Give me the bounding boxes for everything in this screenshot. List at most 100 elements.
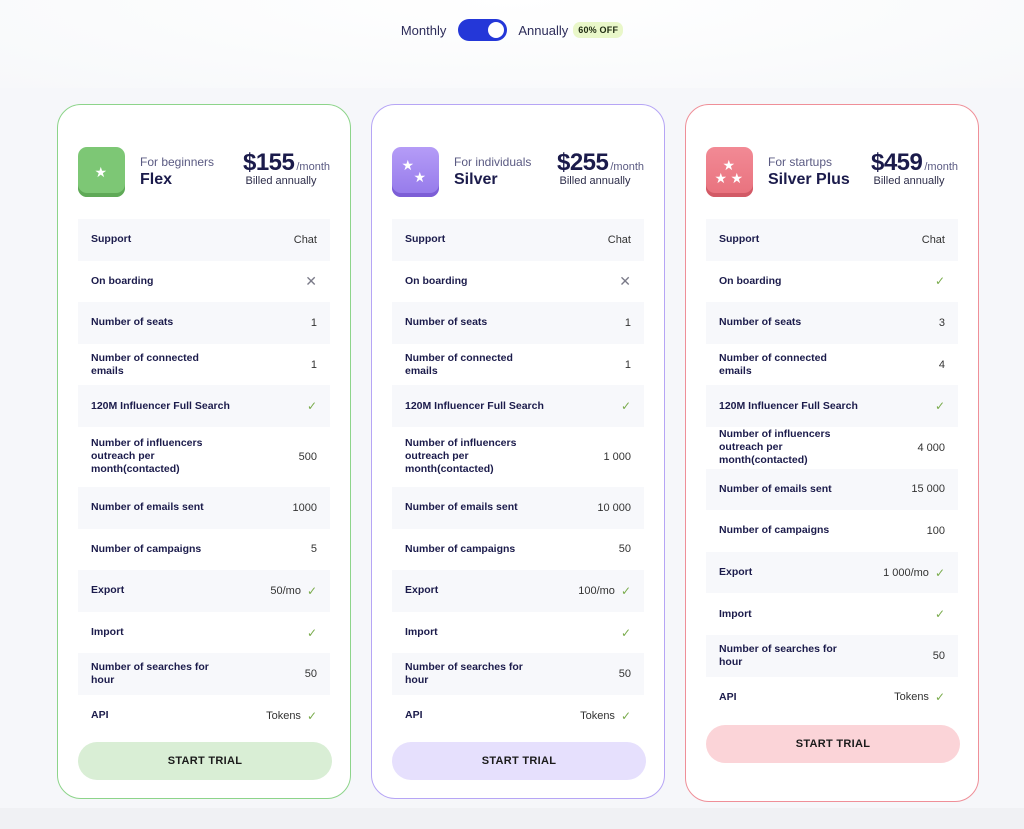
feature-row: Number of connected emails 1 (78, 344, 330, 386)
check-icon: ✓ (306, 708, 317, 723)
feature-value-text: 500 (298, 450, 317, 463)
feature-value: Chat (922, 234, 945, 246)
feature-value: 1 (625, 317, 631, 329)
monthly-label[interactable]: Monthly (401, 23, 447, 38)
feature-label: Number of campaigns (91, 542, 202, 555)
feature-label: API (91, 709, 109, 722)
feature-row: 120M Influencer Full Search ✓ (392, 385, 644, 427)
plan-card-silver: ★ ★ For individuals Silver $255/month Bil… (371, 104, 665, 799)
check-icon: ✓ (934, 607, 945, 622)
feature-row: Number of emails sent 15 000 (706, 468, 958, 511)
feature-row: Number of searches for hour 50 (392, 653, 644, 695)
check-icon: ✓ (306, 399, 317, 414)
feature-label: Export (405, 584, 439, 597)
feature-row: On boarding ✓ (706, 261, 958, 303)
page-footer-shade (0, 808, 1024, 829)
feature-label: On boarding (91, 274, 154, 287)
feature-label: Import (405, 626, 438, 639)
feature-value: 50 (619, 543, 631, 555)
plan-name: Silver Plus (768, 171, 850, 188)
feature-label: Number of emails sent (719, 482, 832, 495)
feature-row: Number of campaigns 50 (392, 529, 644, 571)
feature-row: Export 1 000/mo ✓ (706, 551, 958, 594)
feature-label: Number of seats (719, 316, 802, 329)
feature-value: 3 (939, 317, 945, 329)
check-icon: ✓ (620, 708, 631, 723)
feature-value: 4 (939, 359, 945, 371)
billing-toggle: Monthly Annually 60% OFF (0, 19, 1024, 41)
feature-value: Tokens ✓ (894, 690, 945, 704)
feature-value: 50 (933, 650, 945, 662)
plan-card-flex: ★ For beginners Flex $155/month Billed a… (57, 104, 351, 799)
price-amount: $155 (242, 149, 295, 176)
start-trial-button[interactable]: START TRIAL (706, 725, 960, 764)
feature-label: Number of seats (405, 316, 488, 329)
feature-row: Number of influencers outreach per month… (78, 427, 330, 487)
check-icon: ✓ (934, 274, 945, 289)
feature-list: Support Chat On boarding ✕ Number of seats 1 N… (78, 219, 330, 737)
check-icon: ✓ (620, 625, 631, 640)
feature-value-text: 3 (938, 316, 945, 329)
feature-label: 120M Influencer Full Search (405, 399, 544, 412)
start-trial-button[interactable]: START TRIAL (392, 741, 646, 780)
feature-row: API Tokens ✓ (392, 695, 644, 737)
plan-price: $255/month Billed annually (534, 149, 644, 187)
feature-row: Number of connected emails 1 (392, 344, 644, 386)
feature-row: Number of influencers outreach per month… (706, 427, 958, 469)
check-icon: ✓ (934, 565, 945, 580)
feature-label: On boarding (405, 274, 468, 287)
feature-label: API (719, 690, 737, 703)
feature-row: Support Chat (78, 219, 330, 261)
billing-note: Billed annually (873, 175, 945, 187)
feature-value: ✓ (615, 626, 631, 640)
feature-label: Number of connected emails (405, 351, 513, 377)
switch-knob (488, 22, 505, 38)
plan-price: $155/month Billed annually (220, 149, 330, 187)
feature-value: Chat (608, 234, 631, 246)
feature-label: Number of campaigns (405, 542, 516, 555)
feature-value-text: 1 (624, 316, 631, 329)
feature-row: 120M Influencer Full Search ✓ (78, 385, 330, 427)
feature-label: Number of emails sent (91, 501, 204, 514)
feature-value-text: 4 000 (917, 441, 945, 454)
start-trial-button[interactable]: START TRIAL (78, 741, 332, 780)
feature-value: 500 (299, 451, 317, 463)
price-amount: $459 (870, 149, 923, 176)
annually-label[interactable]: Annually (518, 23, 568, 38)
feature-value-text: 4 (938, 358, 945, 371)
plan-header: ★ For beginners Flex $155/month Billed a… (78, 105, 330, 219)
check-icon: ✓ (306, 625, 317, 640)
feature-value-text: 50 (618, 668, 631, 681)
feature-value-text: 1 000 (603, 450, 631, 463)
feature-value: ✓ (301, 626, 317, 640)
feature-row: API Tokens ✓ (706, 677, 958, 719)
feature-label: Number of emails sent (405, 501, 518, 514)
feature-list: Support Chat On boarding ✓ Number of seats 3 N… (706, 219, 958, 718)
plan-audience: For beginners (140, 155, 215, 169)
feature-row: Number of connected emails 4 (706, 344, 958, 386)
feature-row: Export 100/mo ✓ (392, 570, 644, 612)
feature-label: Support (405, 233, 446, 246)
feature-value: Tokens ✓ (266, 709, 317, 723)
feature-value: 100/mo ✓ (578, 584, 631, 598)
feature-row: 120M Influencer Full Search ✓ (706, 385, 958, 427)
feature-value: ✓ (301, 399, 317, 413)
feature-value: ✓ (929, 607, 945, 621)
plan-audience: For startups (768, 155, 833, 169)
feature-value-text: 1 000/mo (883, 566, 929, 579)
feature-value-text: Chat (921, 233, 945, 246)
billing-note: Billed annually (559, 175, 631, 187)
feature-label: Import (91, 626, 124, 639)
feature-value: Chat (294, 234, 317, 246)
feature-value: ✕ (613, 273, 631, 290)
check-icon: ✓ (934, 399, 945, 414)
pricing-cards: ★ For beginners Flex $155/month Billed a… (57, 104, 981, 804)
x-icon: ✕ (305, 272, 317, 289)
feature-label: On boarding (719, 274, 782, 287)
feature-value-text: 5 (310, 543, 317, 556)
feature-value-text: 50/mo (270, 584, 301, 597)
billing-period-switch[interactable] (458, 19, 508, 41)
feature-value-text: Tokens (580, 709, 615, 722)
feature-label: Number of searches for hour (719, 642, 837, 668)
feature-value: 1 (625, 359, 631, 371)
